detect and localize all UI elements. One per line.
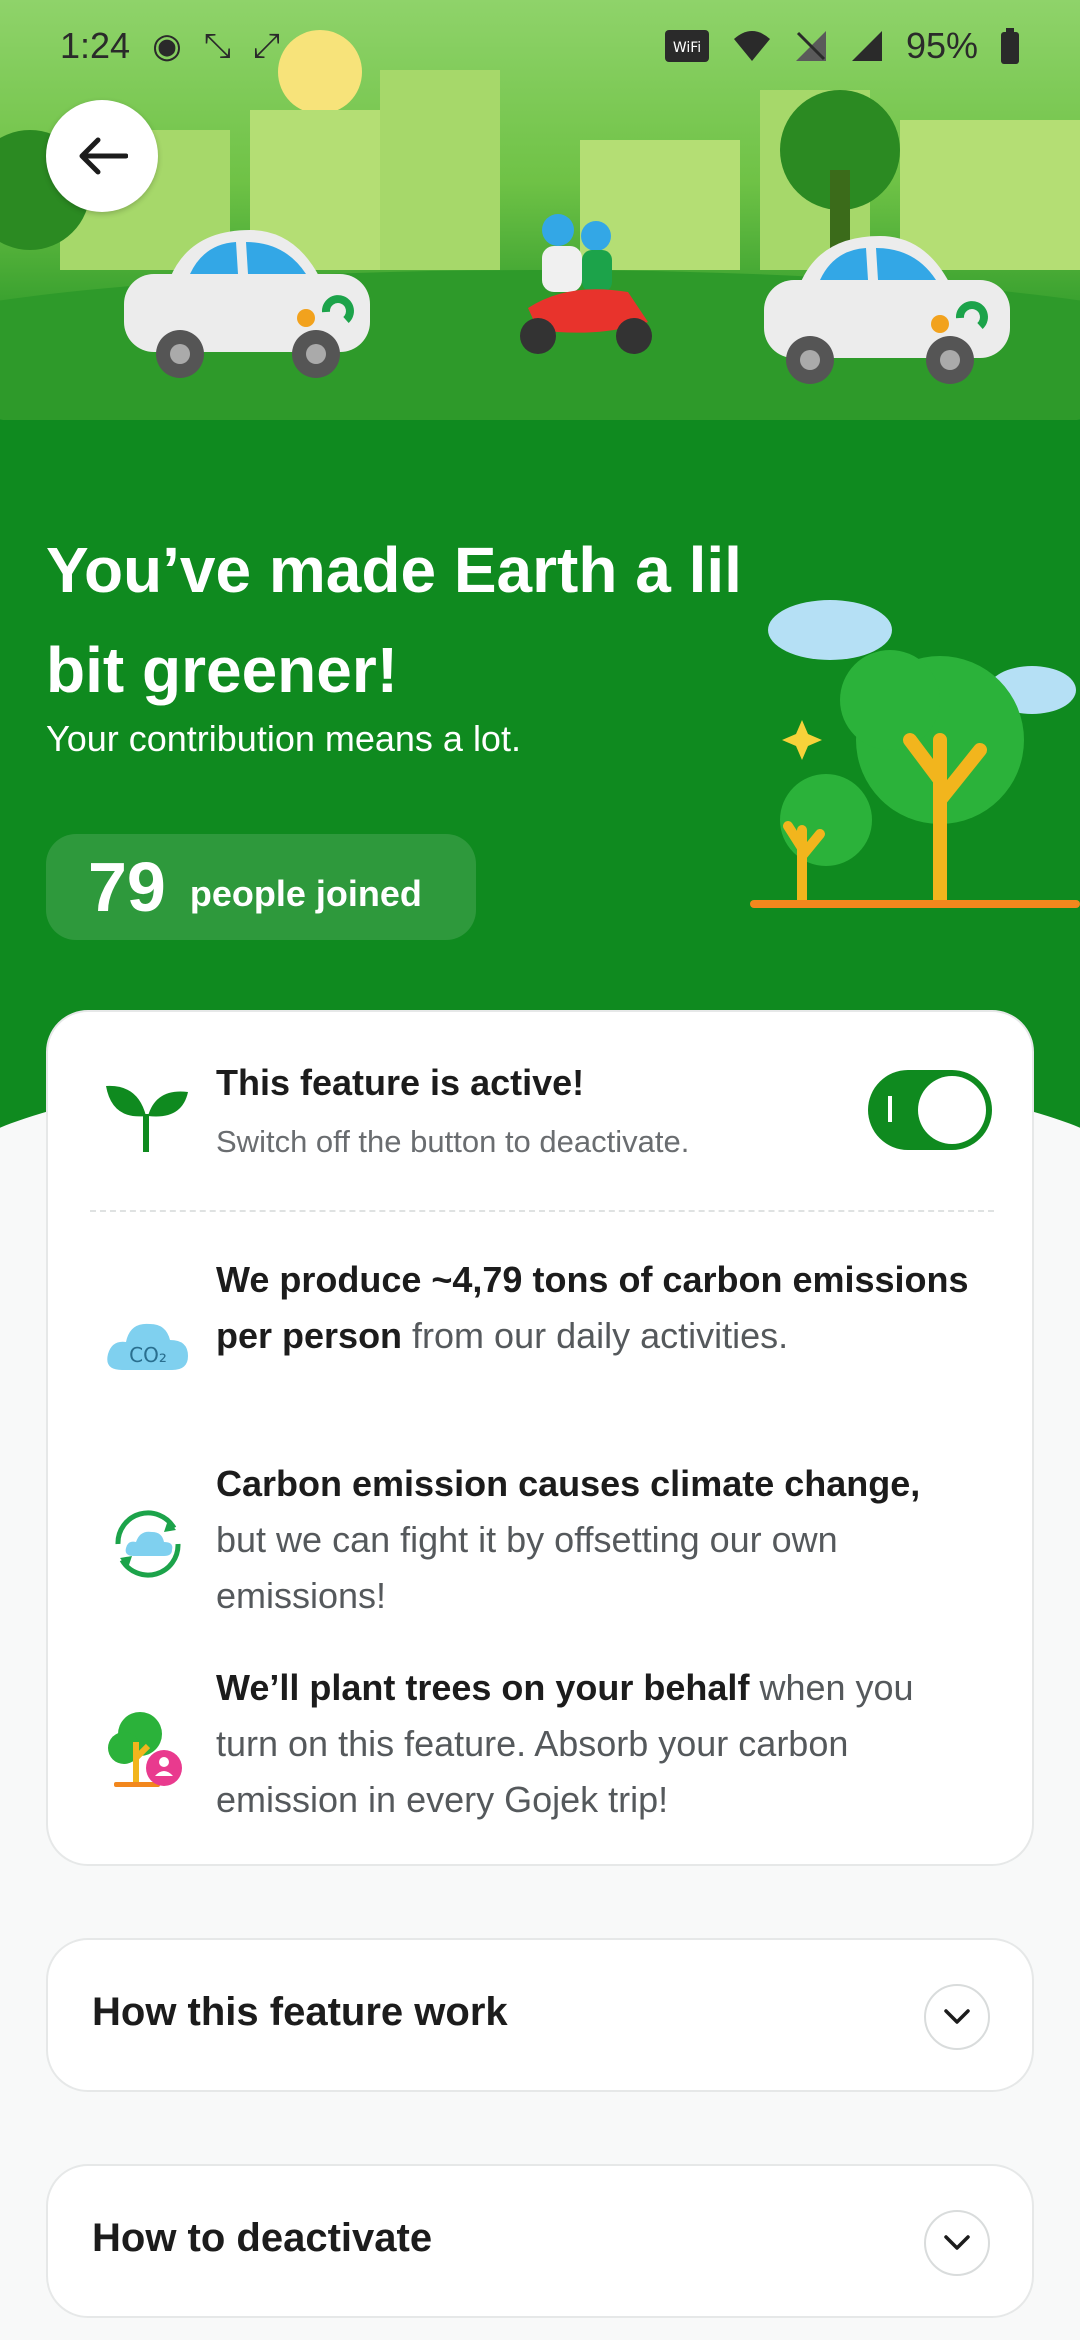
accordion-how-it-works-label: How this feature work [92,1990,508,2034]
battery-icon [1001,28,1019,64]
signal-off-icon [795,31,826,61]
sync-icon: ⤡ [203,26,231,65]
page-title: You’ve made Earth a lil bit greener! [46,534,742,706]
fact-trees-bold: We’ll plant trees on your behalf [216,1667,750,1708]
feature-status-title: This feature is active! [216,1062,585,1103]
feature-status-row: This feature is active! Switch off the b… [48,1012,1032,1212]
svg-text:WiFi: WiFi [673,40,701,56]
status-time: 1:24 [60,25,131,66]
people-joined-badge: 79 people joined [46,834,476,940]
status-left: 1:24 ◉ ⤡ ⤢ [60,25,280,67]
status-bar: 1:24 ◉ ⤡ ⤢ WiFi 95% [0,0,1080,92]
svg-text:CO₂: CO₂ [129,1343,167,1367]
car-illustration-left [124,230,370,378]
fact-climate-bold: Carbon emission causes climate change, [216,1463,921,1504]
toggle-knob [918,1076,986,1144]
accordion-how-it-works[interactable]: How this feature work [46,1938,1034,2092]
leaf-sprout-icon [106,1085,188,1152]
back-button[interactable] [46,100,158,212]
record-icon: ◉ [152,27,182,65]
trees-illustration [750,600,1080,908]
card-divider [90,1210,994,1212]
fact-climate: Carbon emission causes climate change, b… [216,1456,976,1624]
vowifi-icon: WiFi [664,30,709,62]
fact-trees: We’ll plant trees on your behalf when yo… [216,1660,976,1828]
car-illustration-right [764,236,1010,384]
arrow-left-icon [79,137,128,175]
sync-off-icon: ⤢ [252,26,281,65]
accordion-how-to-deactivate-label: How to deactivate [92,2216,433,2260]
feature-status-subtitle: Switch off the button to deactivate. [216,1124,690,1159]
wifi-icon [733,31,770,61]
fact-emissions: We produce ~4,79 tons of carbon emission… [216,1252,976,1364]
accordion-how-to-deactivate[interactable]: How to deactivate [46,2164,1034,2318]
chevron-down-icon[interactable] [924,1984,990,2050]
recycle-cloud-icon [115,1510,181,1578]
joined-label: people joined [189,873,422,914]
battery-level: 95% [905,25,978,66]
toggle-on-mark [888,1096,892,1122]
fact-climate-rest: but we can fight it by offsetting our ow… [216,1519,838,1616]
scooter-illustration [520,214,652,354]
co2-cloud-icon: CO₂ [107,1323,188,1370]
feature-toggle[interactable] [868,1070,992,1150]
signal-icon [851,31,882,61]
status-right: WiFi 95% [664,25,1020,67]
joined-count: 79 [88,848,166,926]
feature-info-card: This feature is active! Switch off the b… [46,1010,1034,1866]
fact-emissions-rest: from our daily activities. [402,1315,789,1356]
page-subtitle: Your contribution means a lot. [46,718,521,759]
tree-person-icon [108,1712,182,1787]
chevron-down-icon[interactable] [924,2210,990,2276]
